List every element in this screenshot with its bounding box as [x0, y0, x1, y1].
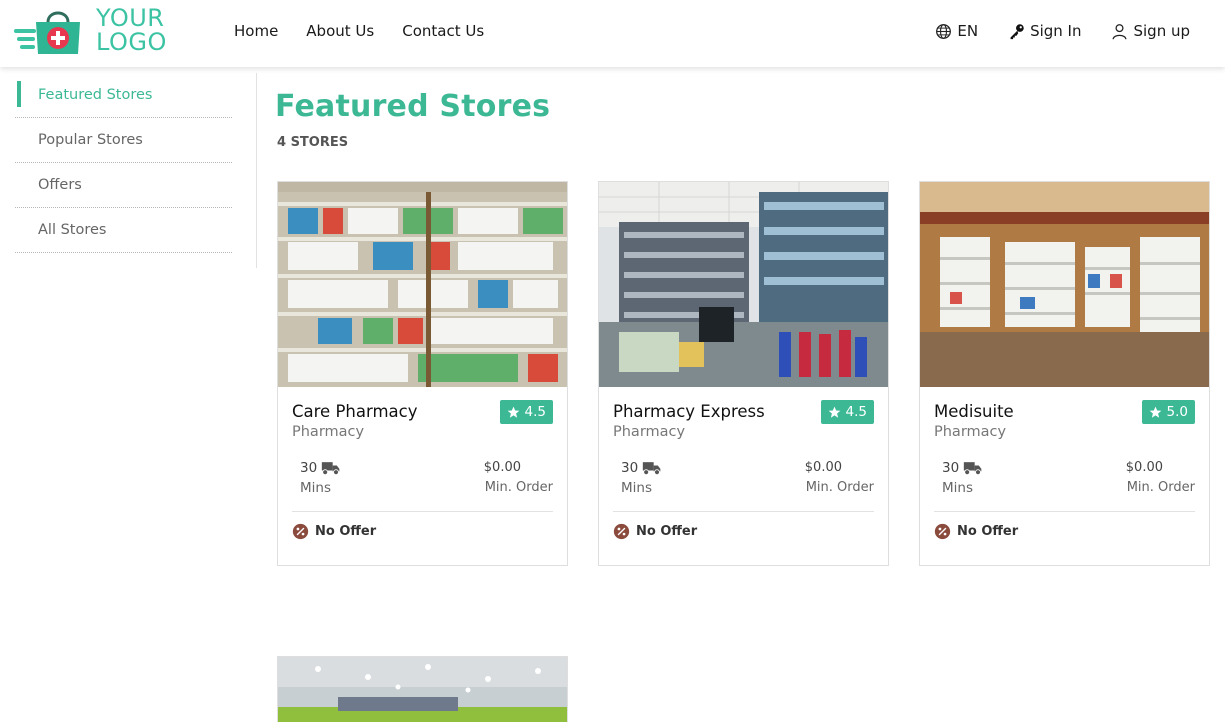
offer-text: No Offer	[315, 524, 377, 539]
delivery-truck-icon	[322, 462, 340, 476]
store-category-sidebar: Featured Stores Popular Stores Offers Al…	[15, 73, 232, 253]
delivery-time-value: 30	[942, 460, 960, 476]
offer-text: No Offer	[636, 524, 698, 539]
logo-line-1: YOUR	[96, 4, 165, 32]
rating-value: 4.5	[845, 404, 867, 420]
sign-in-label: Sign In	[1030, 22, 1082, 40]
top-header: YOUR LOGO Home About Us Contact Us EN Si…	[0, 0, 1225, 67]
min-order-price: $0.00	[804, 460, 842, 475]
sidebar-item-offers[interactable]: Offers	[15, 163, 232, 208]
offer-info: No Offer	[613, 523, 697, 540]
delivery-truck-icon	[643, 462, 661, 476]
main-nav: Home About Us Contact Us	[234, 22, 484, 40]
sign-up-link[interactable]: Sign up	[1111, 22, 1190, 40]
star-icon	[507, 406, 519, 418]
sidebar-item-popular-stores[interactable]: Popular Stores	[15, 118, 232, 163]
delivery-time: 30	[942, 460, 983, 476]
min-order-label: Min. Order	[805, 480, 874, 495]
star-icon	[1149, 406, 1161, 418]
star-icon	[828, 406, 840, 418]
sidebar-divider	[256, 73, 257, 268]
nav-contact-link[interactable]: Contact Us	[402, 22, 484, 40]
store-count: 4 STORES	[277, 135, 349, 150]
language-label: EN	[957, 22, 979, 40]
store-category: Pharmacy	[292, 424, 365, 440]
store-card[interactable]	[277, 656, 568, 722]
discount-icon	[292, 523, 309, 540]
min-order-label: Min. Order	[484, 480, 553, 495]
store-image[interactable]	[920, 182, 1209, 387]
card-divider	[613, 511, 874, 512]
store-image[interactable]	[599, 182, 888, 387]
offer-text: No Offer	[957, 524, 1019, 539]
delivery-time: 30	[300, 460, 341, 476]
globe-icon	[936, 23, 952, 39]
offer-info: No Offer	[934, 523, 1018, 540]
rating-value: 5.0	[1166, 404, 1188, 420]
min-order-price: $0.00	[483, 460, 521, 475]
site-logo[interactable]: YOUR LOGO	[14, 6, 179, 60]
offer-info: No Offer	[292, 523, 376, 540]
discount-icon	[613, 523, 630, 540]
store-name[interactable]: Medisuite	[934, 402, 1014, 421]
logo-bag-icon	[14, 11, 80, 54]
rating-badge: 4.5	[499, 400, 553, 424]
delivery-time-unit: Mins	[621, 480, 652, 496]
min-order-price: $0.00	[1125, 460, 1163, 475]
store-name[interactable]: Care Pharmacy	[292, 402, 417, 421]
store-name[interactable]: Pharmacy Express	[613, 402, 765, 421]
store-image[interactable]	[278, 657, 567, 722]
sidebar-item-featured-stores[interactable]: Featured Stores	[15, 73, 232, 118]
discount-icon	[934, 523, 951, 540]
card-divider	[292, 511, 553, 512]
store-card[interactable]: Pharmacy Express Pharmacy 4.5 30 Mins $0…	[598, 181, 889, 566]
language-selector[interactable]: EN	[935, 22, 978, 40]
delivery-truck-icon	[964, 462, 982, 476]
delivery-time-value: 30	[300, 460, 318, 476]
logo-line-2: LOGO	[96, 28, 167, 56]
store-category: Pharmacy	[613, 424, 686, 440]
card-divider	[934, 511, 1195, 512]
delivery-time-unit: Mins	[300, 480, 331, 496]
delivery-time: 30	[621, 460, 662, 476]
sign-up-label: Sign up	[1133, 22, 1190, 40]
min-order-label: Min. Order	[1126, 480, 1195, 495]
user-icon	[1112, 23, 1127, 39]
delivery-time-value: 30	[621, 460, 639, 476]
rating-badge: 4.5	[820, 400, 874, 424]
store-image[interactable]	[278, 182, 567, 387]
rating-value: 4.5	[524, 404, 546, 420]
key-icon	[1010, 23, 1024, 39]
nav-about-link[interactable]: About Us	[306, 22, 374, 40]
store-card[interactable]: Medisuite Pharmacy 5.0 30 Mins $0.00 Min…	[919, 181, 1210, 566]
sign-in-link[interactable]: Sign In	[1008, 22, 1081, 40]
store-category: Pharmacy	[934, 424, 1007, 440]
logo-text: YOUR LOGO	[96, 6, 167, 54]
nav-home-link[interactable]: Home	[234, 22, 278, 40]
rating-badge: 5.0	[1141, 400, 1195, 424]
sidebar-item-all-stores[interactable]: All Stores	[15, 208, 232, 253]
delivery-time-unit: Mins	[942, 480, 973, 496]
store-card[interactable]: Care Pharmacy Pharmacy 4.5 30 Mins $0.00…	[277, 181, 568, 566]
page-title: Featured Stores	[275, 89, 551, 124]
account-nav: EN Sign In Sign up	[935, 22, 1190, 40]
